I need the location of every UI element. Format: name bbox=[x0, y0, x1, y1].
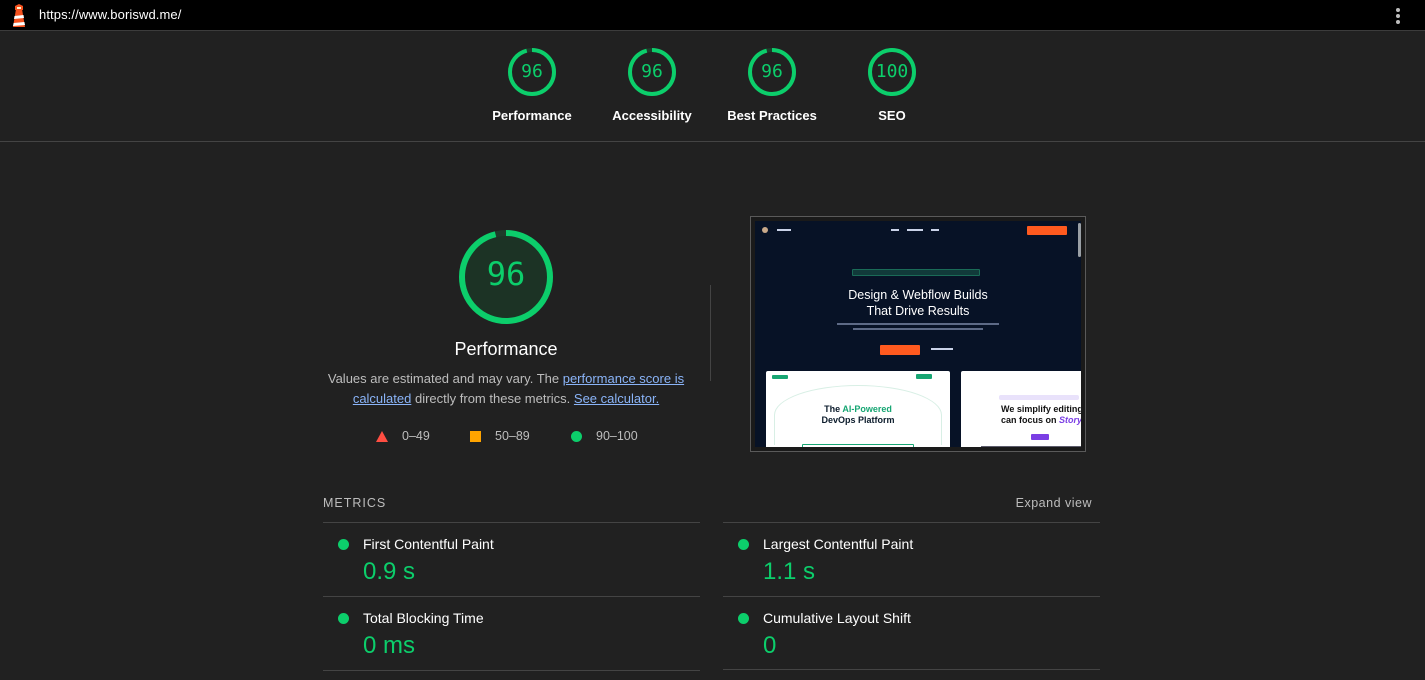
hero-primary-button bbox=[880, 345, 920, 355]
headline-line: Design & Webflow Builds bbox=[848, 288, 988, 302]
circle-icon bbox=[571, 430, 582, 442]
headline-text: We simplify editing bbox=[1001, 404, 1081, 414]
performance-score: 96 bbox=[486, 255, 526, 293]
card-headline: The AI-Powered DevOps Platform bbox=[766, 404, 950, 426]
kebab-menu-icon[interactable] bbox=[1391, 6, 1405, 26]
pass-circle-icon bbox=[338, 613, 349, 624]
card-button bbox=[1031, 434, 1049, 440]
metric-name: Total Blocking Time bbox=[363, 610, 484, 626]
pass-circle-icon bbox=[738, 539, 749, 550]
card-headline: We simplify editing can focus on Story bbox=[1001, 404, 1081, 426]
final-screenshot[interactable]: Design & Webflow Builds That Drive Resul… bbox=[750, 216, 1086, 452]
gauge-accessibility[interactable]: 96 Accessibility bbox=[597, 46, 707, 123]
metric-name: Largest Contentful Paint bbox=[763, 536, 914, 552]
performance-title: Performance bbox=[454, 339, 558, 359]
nav-links bbox=[891, 229, 939, 231]
square-icon bbox=[470, 430, 481, 442]
metric-value: 0.9 s bbox=[363, 558, 416, 585]
top-bar: https://www.boriswd.me/ bbox=[0, 0, 1425, 31]
pass-circle-icon bbox=[338, 539, 349, 550]
score-summary-bar: 96 Performance 96 Accessibility 96 Best … bbox=[0, 31, 1425, 142]
metric-value: 0 ms bbox=[363, 632, 416, 659]
legend-fail: 0–49 bbox=[376, 429, 430, 443]
card-pill bbox=[999, 395, 1079, 400]
hero-badge bbox=[852, 269, 980, 276]
nav-brand-bar bbox=[777, 229, 791, 231]
hero-subtext bbox=[837, 323, 999, 333]
legend-range: 0–49 bbox=[402, 429, 430, 443]
headline-text: The bbox=[824, 404, 843, 414]
metric-name: First Contentful Paint bbox=[363, 536, 494, 552]
screenshot-scrollbar bbox=[1078, 223, 1081, 257]
gauge-score: 96 bbox=[521, 61, 543, 82]
portfolio-card-storyblok: We simplify editing can focus on Story bbox=[961, 371, 1081, 447]
headline-accent: Story bbox=[1059, 415, 1081, 425]
portfolio-card-devops: The AI-Powered DevOps Platform bbox=[766, 371, 950, 447]
lighthouse-icon bbox=[13, 4, 25, 27]
description-text: directly from these metrics. bbox=[411, 391, 574, 406]
legend-average: 50–89 bbox=[470, 429, 530, 443]
legend-range: 50–89 bbox=[495, 429, 530, 443]
performance-description: Values are estimated and may vary. The p… bbox=[316, 369, 696, 409]
legend-range: 90–100 bbox=[596, 429, 638, 443]
gauge-label: SEO bbox=[878, 108, 906, 123]
legend-pass: 90–100 bbox=[571, 429, 638, 443]
gauge-label: Performance bbox=[492, 108, 572, 123]
hero-secondary-link bbox=[931, 348, 953, 350]
screenshot-page: Design & Webflow Builds That Drive Resul… bbox=[755, 221, 1081, 447]
gauge-score: 100 bbox=[875, 61, 909, 82]
screenshot-nav bbox=[755, 221, 1081, 241]
card-footer bbox=[981, 446, 1081, 447]
gauge-score: 96 bbox=[641, 61, 663, 82]
metric-name: Cumulative Layout Shift bbox=[763, 610, 911, 626]
card-input bbox=[802, 444, 914, 447]
gauge-performance[interactable]: 96 Performance bbox=[477, 46, 587, 123]
metric-tbt: Total Blocking Time 0 ms bbox=[323, 597, 700, 671]
headline-line: That Drive Results bbox=[866, 304, 970, 318]
metric-fcp: First Contentful Paint 0.9 s bbox=[323, 523, 700, 597]
gauge-best-practices[interactable]: 96 Best Practices bbox=[717, 46, 827, 123]
headline-text: DevOps Platform bbox=[821, 415, 895, 425]
metric-cls: Cumulative Layout Shift 0 bbox=[723, 597, 1100, 671]
card-button bbox=[916, 374, 932, 379]
gauge-score: 96 bbox=[761, 61, 783, 82]
metrics-header: METRICS bbox=[323, 496, 387, 510]
pass-circle-icon bbox=[738, 613, 749, 624]
avatar bbox=[762, 227, 768, 233]
card-logo bbox=[772, 375, 788, 379]
gauge-seo[interactable]: 100 SEO bbox=[837, 46, 947, 123]
description-text: Values are estimated and may vary. The bbox=[327, 371, 563, 386]
nav-cta-button bbox=[1027, 226, 1067, 235]
divider bbox=[710, 285, 711, 381]
metric-value: 0 bbox=[763, 632, 777, 659]
report-url: https://www.boriswd.me/ bbox=[39, 7, 182, 22]
metric-lcp: Largest Contentful Paint 1.1 s bbox=[723, 523, 1100, 597]
headline-text: can focus on bbox=[1001, 415, 1060, 425]
gauge-label: Accessibility bbox=[612, 108, 692, 123]
hero-headline: Design & Webflow Builds That Drive Resul… bbox=[755, 287, 1081, 319]
gauge-label: Best Practices bbox=[727, 108, 817, 123]
metric-value: 1.1 s bbox=[763, 558, 816, 585]
headline-accent: AI-Powered bbox=[842, 404, 892, 414]
triangle-icon bbox=[376, 430, 388, 442]
see-calculator-link[interactable]: See calculator. bbox=[574, 391, 659, 406]
expand-view-button[interactable]: Expand view bbox=[996, 496, 1092, 510]
